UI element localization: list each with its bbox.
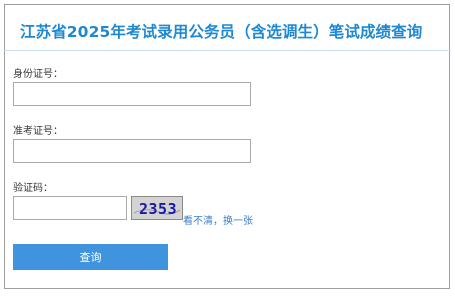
captcha-text: 2353 bbox=[139, 200, 177, 218]
id-number-label: 身份证号： bbox=[13, 69, 63, 80]
page-title: 江苏省2025年考试录用公务员（含选调生）笔试成绩查询 bbox=[20, 23, 423, 41]
query-button[interactable]: 查询 bbox=[13, 244, 168, 270]
captcha-refresh-link[interactable]: 看不清，换一张 bbox=[183, 212, 253, 227]
ticket-number-input[interactable] bbox=[13, 139, 251, 163]
captcha-input[interactable] bbox=[13, 196, 127, 220]
title-divider bbox=[4, 50, 451, 51]
captcha-image[interactable]: 2353 bbox=[131, 196, 183, 220]
id-number-input[interactable] bbox=[13, 82, 251, 106]
captcha-label: 验证码： bbox=[13, 183, 53, 194]
ticket-number-label: 准考证号： bbox=[13, 126, 63, 137]
